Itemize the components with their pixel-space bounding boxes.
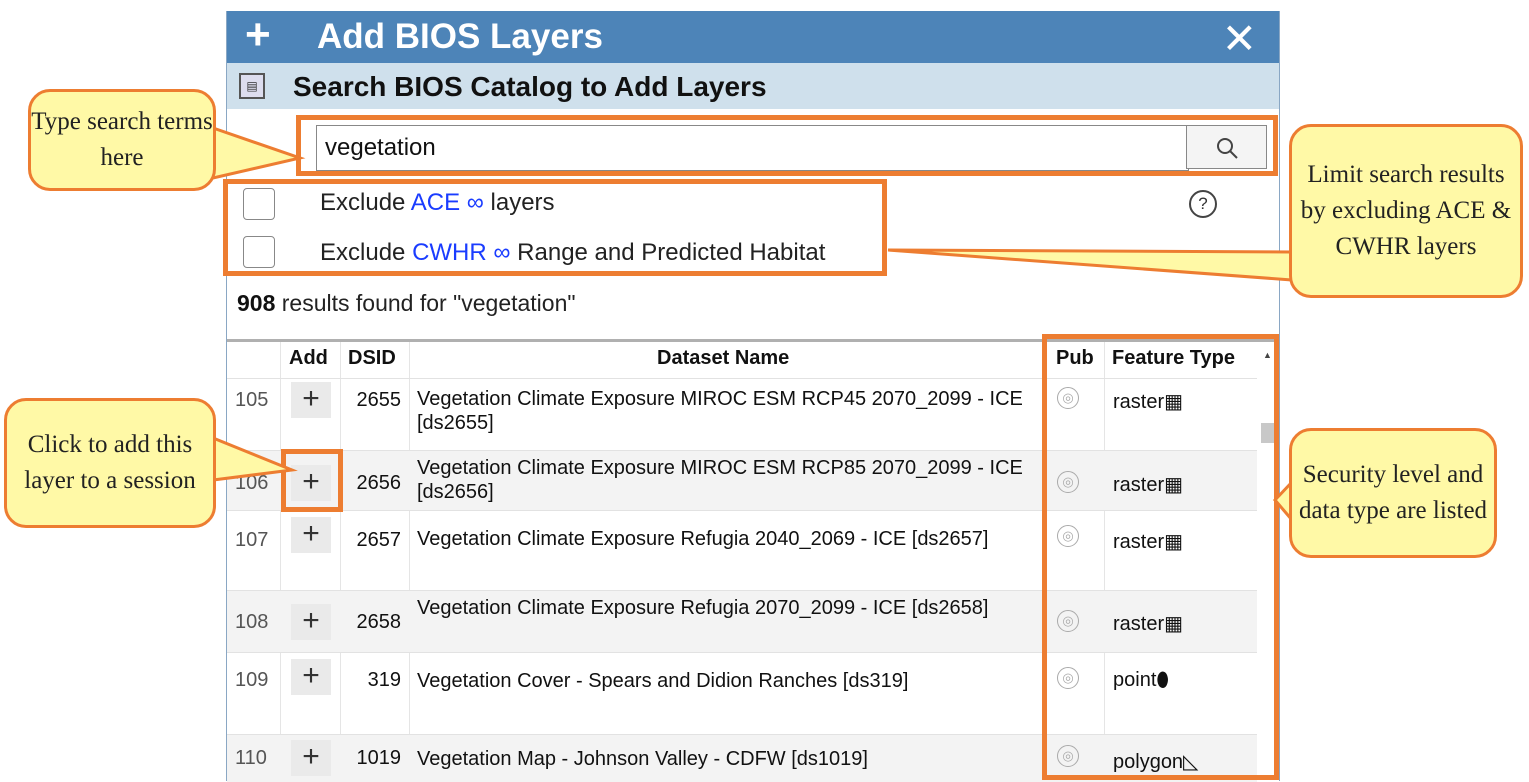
callout-pointers [211,125,1294,525]
callout-add: Click to add this layer to a session [4,398,216,528]
callout-security: Security level and data type are listed [1289,428,1497,558]
callout-search: Type search terms here [28,89,216,191]
callout-exclude: Limit search results by excluding ACE & … [1289,124,1523,298]
